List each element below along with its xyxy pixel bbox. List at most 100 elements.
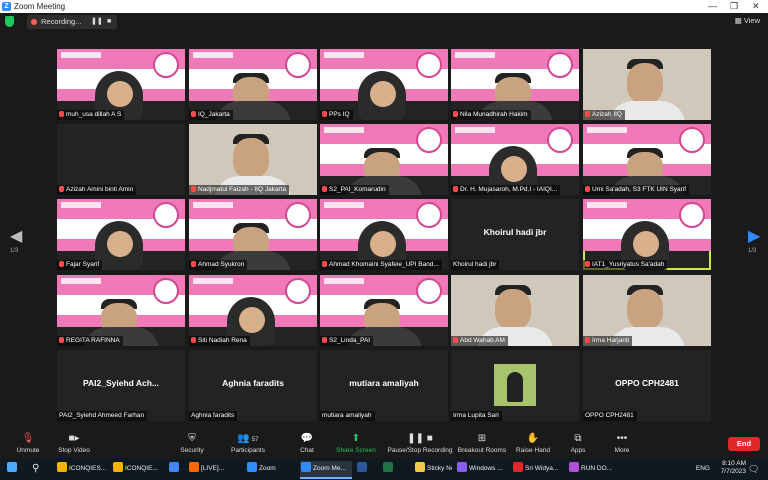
mic-muted-icon bbox=[453, 111, 458, 117]
pause-recording-icon[interactable]: ❚❚ bbox=[91, 15, 103, 29]
participant-tile[interactable]: S2_PAI_Komarudin bbox=[320, 124, 448, 195]
participant-tile[interactable]: Irma Lupita Sari bbox=[451, 350, 579, 421]
taskbar-app-button[interactable]: Sticky No... bbox=[414, 461, 452, 477]
conference-logo-icon bbox=[153, 52, 179, 78]
pause-stop-recording-button[interactable]: ❚❚ ■ Pause/Stop Recording bbox=[380, 433, 460, 454]
taskbar-app-button[interactable]: [LIVE]... bbox=[188, 461, 236, 477]
breakout-rooms-button[interactable]: ⊞ Breakout Rooms bbox=[454, 433, 510, 454]
excel-icon[interactable] bbox=[382, 461, 395, 477]
participant-tile[interactable]: Azizah IIQ bbox=[583, 49, 711, 120]
participant-tile[interactable]: mutiara amaliyah mutiara amaliyah bbox=[320, 350, 448, 421]
participant-name-label: Abd Wahab AM bbox=[451, 336, 508, 346]
input-language[interactable]: ENG bbox=[696, 465, 710, 472]
taskbar-app-button[interactable]: Zoom bbox=[246, 461, 290, 477]
participant-name-label: REGITA RAFINNA bbox=[57, 336, 123, 346]
participant-display-name: OPPO CPH2481 bbox=[615, 378, 679, 388]
participant-tile[interactable]: Dr. H. Mujasaroh, M.Pd.I - IAIQI... bbox=[451, 124, 579, 195]
participant-face bbox=[370, 231, 396, 257]
conference-logo-icon bbox=[416, 278, 442, 304]
conference-logo-icon bbox=[416, 52, 442, 78]
participant-tile[interactable]: Nila Munadhirah Hakim bbox=[451, 49, 579, 120]
participant-tile[interactable]: Abd Wahab AM bbox=[451, 275, 579, 346]
mic-muted-icon bbox=[59, 337, 64, 343]
clock-time: 8:10 AM bbox=[722, 460, 746, 467]
prev-page-arrow-icon[interactable]: ◀ bbox=[10, 226, 22, 246]
search-icon[interactable]: ⚲ bbox=[32, 461, 39, 477]
conference-logo-icon bbox=[285, 52, 311, 78]
participant-tile[interactable]: Ahmad Khomaini Syafeie_UPI Band... bbox=[320, 199, 448, 270]
participant-tile[interactable]: REGITA RAFINNA bbox=[57, 275, 185, 346]
app-icon bbox=[415, 462, 425, 472]
participant-name: Aghnia faradits bbox=[191, 412, 235, 419]
participant-name: IAT1_Yusriyatus Sa'adah bbox=[592, 261, 665, 268]
participant-avatar bbox=[494, 364, 536, 406]
mic-muted-icon bbox=[59, 261, 64, 267]
mic-muted-icon bbox=[191, 337, 196, 343]
shield-icon[interactable] bbox=[5, 16, 14, 27]
conference-logo-icon bbox=[679, 127, 705, 153]
participant-face bbox=[107, 81, 133, 107]
stop-recording-icon[interactable]: ■ bbox=[107, 15, 111, 29]
participant-name: PPs IQ bbox=[329, 111, 350, 118]
minimize-icon[interactable]: — bbox=[708, 1, 717, 11]
next-page-arrow-icon[interactable]: ▶ bbox=[748, 226, 760, 246]
participant-tile[interactable]: IAT1_Yusriyatus Sa'adah bbox=[583, 199, 711, 270]
view-button[interactable]: ▦ View bbox=[735, 16, 760, 25]
participant-tile[interactable]: Irma Harjanti bbox=[583, 275, 711, 346]
taskbar-app-button[interactable]: ICONQIE... bbox=[112, 461, 164, 477]
windows-start-icon[interactable] bbox=[6, 461, 19, 477]
taskbar-app-button[interactable]: ICONQIES... bbox=[56, 461, 108, 477]
mic-muted-icon bbox=[59, 186, 64, 192]
taskbar-app-button[interactable]: Windows ... bbox=[456, 461, 504, 477]
participant-tile[interactable]: PPs IQ bbox=[320, 49, 448, 120]
participant-name-label: S2_Linda_PAI bbox=[320, 336, 374, 346]
chat-button[interactable]: 💬 Chat bbox=[279, 433, 335, 454]
more-button[interactable]: ••• More bbox=[594, 433, 650, 454]
chrome-icon[interactable] bbox=[168, 461, 181, 477]
participants-button[interactable]: 👥 57 Participants bbox=[220, 433, 276, 454]
taskbar-app-button[interactable]: Zoom Me... bbox=[300, 461, 352, 479]
notifications-icon[interactable]: 🗨 bbox=[748, 461, 759, 477]
participant-name-label: Ahmad Khomaini Syafeie_UPI Band... bbox=[320, 260, 442, 270]
system-clock[interactable]: 8:10 AM 7/7/2023 bbox=[721, 460, 746, 476]
end-meeting-button[interactable]: End bbox=[728, 437, 760, 451]
close-icon[interactable]: ✕ bbox=[752, 1, 760, 12]
slide-logos bbox=[587, 202, 627, 208]
taskbar-app-button[interactable]: Sri Widya... bbox=[512, 461, 560, 477]
participant-tile[interactable]: Nadjmatul Faizah - IIQ Jakarta bbox=[189, 124, 317, 195]
stop-video-button[interactable]: ■▸ Stop Video bbox=[46, 433, 102, 454]
participant-name-label: PAI2_Syiehd Ahmeed Farhan bbox=[57, 411, 148, 421]
participant-tile[interactable]: Khoirul hadi jbr Khoirul hadi jbr bbox=[451, 199, 579, 270]
mic-muted-icon bbox=[453, 337, 458, 343]
mic-muted-icon bbox=[453, 186, 458, 192]
more-label: More bbox=[614, 447, 630, 454]
word-icon[interactable] bbox=[356, 461, 369, 477]
participant-tile[interactable]: OPPO CPH2481 OPPO CPH2481 bbox=[583, 350, 711, 421]
participants-label: Participants bbox=[231, 447, 265, 454]
participant-face bbox=[239, 307, 265, 333]
participant-tile[interactable]: Aghnia faradits Aghnia faradits bbox=[189, 350, 317, 421]
participant-tile[interactable]: muh_usa dillah A S bbox=[57, 49, 185, 120]
participant-tile[interactable]: S2_Linda_PAI bbox=[320, 275, 448, 346]
taskbar-app-label: Sticky No... bbox=[427, 465, 452, 472]
participant-tile[interactable]: Fajar Syarif bbox=[57, 199, 185, 270]
share-screen-button[interactable]: ⬆ Share Screen bbox=[328, 433, 384, 454]
security-button[interactable]: ⛨ Security bbox=[164, 433, 220, 454]
conference-logo-icon bbox=[153, 278, 179, 304]
taskbar-app-button[interactable]: RUN DO... bbox=[568, 461, 614, 477]
participant-name-label: Irma Harjanti bbox=[583, 336, 633, 346]
participant-tile[interactable]: IQ_Jakarta bbox=[189, 49, 317, 120]
restore-icon[interactable]: ❐ bbox=[730, 1, 738, 12]
mic-muted-icon bbox=[322, 337, 327, 343]
participant-tile[interactable]: Umi Sa'adah, S3 FTK UIN Syarif bbox=[583, 124, 711, 195]
app-icon bbox=[569, 462, 579, 472]
participant-display-name: PAI2_Syiehd Ach... bbox=[82, 378, 160, 388]
app-icon bbox=[301, 462, 311, 472]
participant-tile[interactable]: Azizah Amini binti Amin bbox=[57, 124, 185, 195]
participant-name-label: Nadjmatul Faizah - IIQ Jakarta bbox=[189, 185, 290, 195]
participant-face bbox=[107, 231, 133, 257]
slide-logos bbox=[455, 52, 495, 58]
participant-tile[interactable]: Siti Nadiah Rena bbox=[189, 275, 317, 346]
participant-tile[interactable]: Ahmad Syukron bbox=[189, 199, 317, 270]
participant-tile[interactable]: PAI2_Syiehd Ach... PAI2_Syiehd Ahmeed Far… bbox=[57, 350, 185, 421]
